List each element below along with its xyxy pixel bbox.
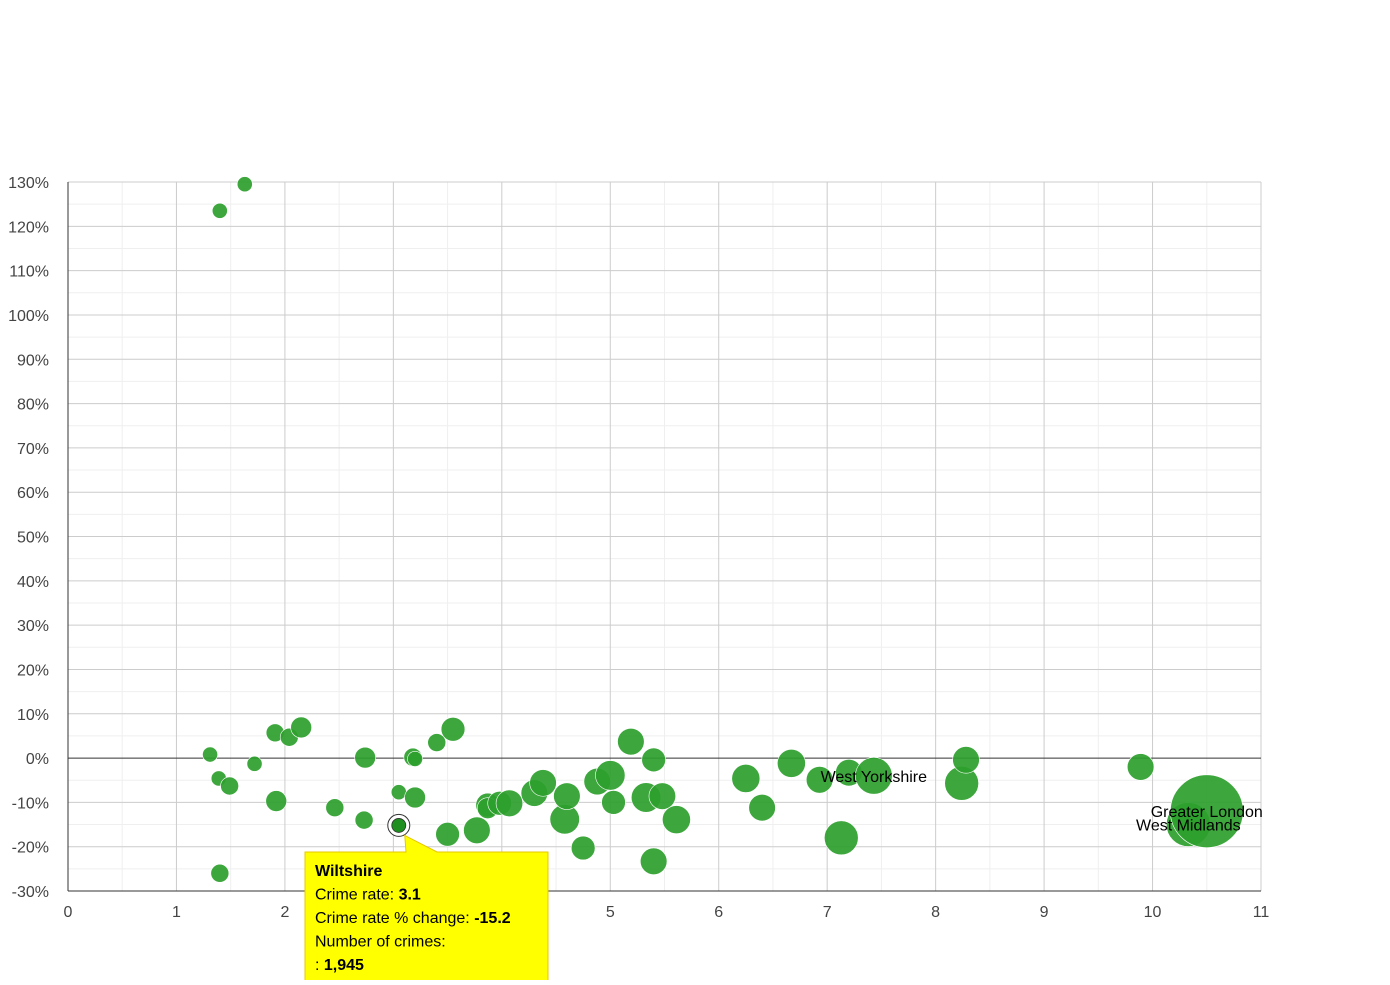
y-tick-label: 20% [17, 662, 49, 679]
points-layer [202, 176, 1244, 883]
data-point [1126, 753, 1155, 781]
y-tick-label: -20% [12, 840, 49, 857]
data-point [731, 764, 761, 793]
x-tick-label: 6 [714, 904, 723, 921]
data-point [210, 863, 230, 883]
data-point [246, 755, 263, 772]
data-point [354, 810, 374, 830]
x-tick-label: 8 [931, 904, 940, 921]
y-tick-label: 10% [17, 707, 49, 724]
data-point [595, 760, 626, 791]
y-tick-label: 90% [17, 352, 49, 369]
data-point [639, 847, 668, 875]
tooltip-count-value: 1,945 [324, 957, 364, 974]
y-tick-label: 0% [26, 751, 49, 768]
data-point [407, 751, 423, 767]
data-point [495, 789, 524, 817]
svg-text:Crime rate % change: -15.2: Crime rate % change: -15.2 [315, 910, 511, 927]
x-tick-label: 10 [1144, 904, 1162, 921]
svg-text:Crime rate: 3.1: Crime rate: 3.1 [315, 887, 421, 904]
data-point [220, 776, 239, 796]
x-tick-label: 5 [606, 904, 615, 921]
x-tick-label: 1 [172, 904, 181, 921]
data-point [662, 805, 691, 835]
tooltip-count-prefix: : [315, 957, 324, 974]
highlight-point [391, 818, 407, 833]
data-point [777, 748, 806, 778]
data-point [325, 798, 345, 818]
tooltip-rate-label: Crime rate: [315, 887, 399, 904]
data-point [617, 728, 645, 756]
data-point [463, 816, 491, 844]
data-point [211, 202, 228, 219]
data-point [952, 746, 980, 774]
y-tick-label: 130% [8, 175, 49, 192]
y-tick-label: 110% [9, 264, 49, 281]
y-tick-label: 100% [8, 308, 49, 325]
data-point [601, 790, 626, 815]
y-tick-label: -30% [12, 884, 49, 901]
data-point [440, 717, 466, 742]
data-point [265, 790, 288, 812]
tooltip-title: Wiltshire [315, 863, 383, 880]
y-tick-label: 50% [17, 530, 49, 547]
data-point [390, 784, 407, 801]
x-tick-label: 7 [823, 904, 832, 921]
data-point [748, 794, 776, 822]
svg-text:Wiltshire: Wiltshire [315, 863, 383, 880]
data-point [648, 782, 676, 810]
data-point [553, 782, 581, 810]
y-tick-label: 70% [17, 441, 49, 458]
tooltip-change-value: -15.2 [474, 910, 511, 927]
svg-text:: 1,945: : 1,945 [315, 957, 364, 974]
data-point [570, 835, 596, 861]
point-label: Greater London [1151, 804, 1263, 821]
y-tick-label: 40% [17, 574, 49, 591]
data-point [435, 822, 460, 847]
data-point [824, 820, 859, 856]
data-point [202, 746, 218, 763]
y-tick-label: 30% [17, 618, 49, 635]
svg-text:Number of crimes:: Number of crimes: [315, 934, 446, 951]
scatter-chart: 0 1 2 5 6 7 8 9 10 11 -30% -20% -10% 0% 10% 20% 30% 40% 50… [0, 0, 1390, 985]
chart-svg: 0 1 2 5 6 7 8 9 10 11 -30% -20% -10% 0% 10% 20% 30% 40% 50… [8, 175, 1270, 985]
data-point [290, 716, 312, 739]
data-point [529, 769, 557, 797]
point-label: West Yorkshire [821, 769, 928, 786]
data-point [236, 176, 253, 193]
x-tick-label: 0 [64, 904, 73, 921]
y-tick-label: -10% [12, 795, 49, 812]
y-tick-label: 80% [17, 397, 49, 414]
y-tick-label: 60% [17, 485, 49, 502]
tooltip-change-label: Crime rate % change: [315, 910, 474, 927]
tooltip-count-label: Number of crimes: [315, 934, 446, 951]
data-point [354, 746, 376, 769]
data-point [404, 786, 426, 809]
x-tick-label: 9 [1040, 904, 1049, 921]
x-tick-label: 2 [280, 904, 289, 921]
x-tick-label: 11 [1253, 904, 1270, 921]
tooltip: Wiltshire Crime rate: 3.1 Crime rate % c… [304, 834, 549, 985]
data-point [641, 747, 666, 773]
y-tick-label: 120% [8, 219, 49, 236]
tooltip-rate-value: 3.1 [399, 887, 421, 904]
